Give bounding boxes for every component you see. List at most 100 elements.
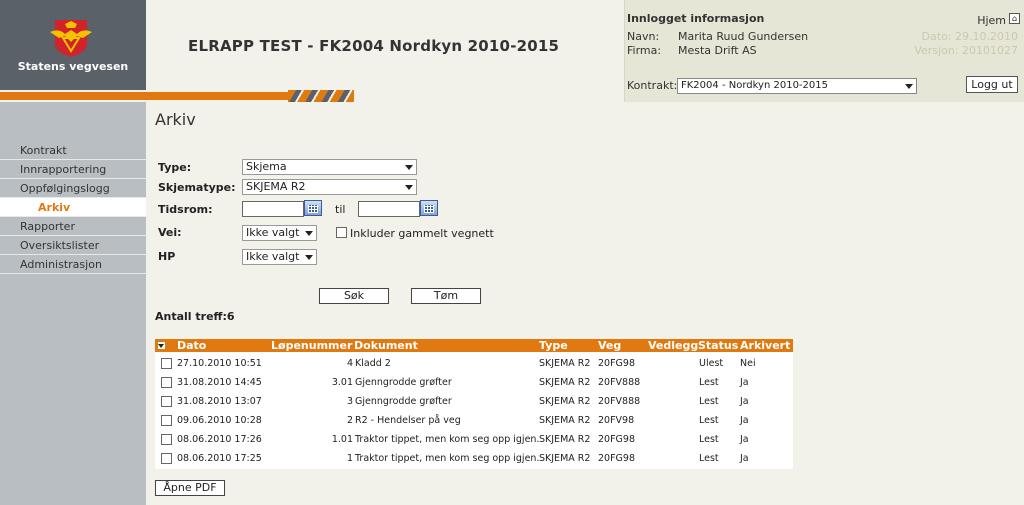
hatched-stripe (288, 90, 354, 102)
sidebar-item-administrasjon[interactable]: Administrasjon (0, 255, 146, 274)
cell-dato: 27.10.2010 10:51 (177, 358, 262, 369)
cell-dato: 09.06.2010 10:28 (177, 415, 262, 426)
sidebar-item-oversiktslister[interactable]: Oversiktslister (0, 236, 146, 255)
cell-type: SKJEMA R2 (539, 396, 591, 407)
cell-dato: 08.06.2010 17:26 (177, 434, 262, 445)
include-old-checkbox[interactable] (336, 227, 347, 238)
cell-arkivert: Nei (740, 358, 756, 369)
include-old-label: Inkluder gammelt vegnett (350, 227, 494, 240)
cell-lopenummer: 2 (346, 415, 353, 426)
clear-button[interactable]: Tøm (411, 288, 481, 304)
cell-dokument[interactable]: R2 - Hendelser på veg (355, 415, 461, 426)
skjematype-select[interactable]: SKJEMA R2 (242, 179, 417, 195)
header-stripe (0, 90, 624, 102)
date-to-input[interactable] (358, 201, 420, 217)
col-vedlegg[interactable]: Vedlegg (648, 339, 698, 352)
calendar-icon[interactable] (304, 200, 322, 216)
col-dato[interactable]: Dato (177, 339, 206, 352)
hp-select-value: Ikke valgt (246, 250, 300, 263)
vei-label: Vei: (158, 226, 182, 239)
row-checkbox[interactable] (161, 434, 172, 445)
sidebar-item-rapporter[interactable]: Rapporter (0, 217, 146, 236)
chevron-down-icon (405, 185, 413, 190)
versjon-text: Versjon: 20101027 (914, 44, 1018, 57)
cell-veg: 20FG98 (598, 358, 636, 369)
vei-select[interactable]: Ikke valgt (242, 225, 317, 241)
cell-arkivert: Ja (740, 453, 749, 464)
cell-type: SKJEMA R2 (539, 453, 591, 464)
firma-value: Mesta Drift AS (678, 44, 757, 57)
cell-lopenummer: 4 (346, 358, 353, 369)
row-checkbox[interactable] (161, 377, 172, 388)
skjematype-select-value: SKJEMA R2 (246, 180, 306, 193)
brand-name: Statens vegvesen (17, 60, 129, 73)
col-dokument[interactable]: Dokument (354, 339, 418, 352)
table-row[interactable]: 08.06.2010 17:26 1.01 Traktor tippet, me… (155, 430, 793, 449)
result-count: Antall treff:6 (155, 310, 235, 323)
table-row[interactable]: 31.08.2010 14:45 3.01 Gjenngrodde grøfte… (155, 373, 793, 392)
main-content: Arkiv Type: Skjema Skjematype: SKJEMA R2… (146, 102, 1024, 505)
cell-status: Lest (699, 396, 719, 407)
kontrakt-label: Kontrakt: (627, 79, 678, 92)
hp-select[interactable]: Ikke valgt (242, 249, 317, 265)
row-checkbox[interactable] (161, 358, 172, 369)
cell-veg: 20FG98 (598, 453, 636, 464)
cell-status: Ulest (699, 358, 724, 369)
open-pdf-button[interactable]: Åpne PDF (155, 480, 225, 496)
cell-dokument[interactable]: Gjenngrodde grøfter (355, 396, 452, 407)
row-checkbox[interactable] (161, 396, 172, 407)
table-row[interactable]: 08.06.2010 17:25 1 Traktor tippet, men k… (155, 449, 793, 468)
sort-icon[interactable] (158, 342, 165, 349)
app-title: ELRAPP TEST - FK2004 Nordkyn 2010-2015 (188, 37, 560, 55)
table-row[interactable]: 09.06.2010 10:28 2 R2 - Hendelser på veg… (155, 411, 793, 430)
cell-dokument[interactable]: Traktor tippet, men kom seg opp igjen. (355, 453, 539, 464)
calendar-icon[interactable] (420, 200, 438, 216)
sidebar: Kontrakt Innrapportering Oppfølgingslogg… (0, 102, 146, 505)
cell-lopenummer: 1 (346, 453, 353, 464)
home-icon[interactable]: ⌂ (1009, 13, 1020, 24)
sidebar-item-oppfolgingslogg[interactable]: Oppfølgingslogg (0, 179, 146, 198)
cell-arkivert: Ja (740, 434, 749, 445)
cell-type: SKJEMA R2 (539, 415, 591, 426)
logout-button[interactable]: Logg ut (966, 76, 1018, 93)
table-row[interactable]: 27.10.2010 10:51 4 Kladd 2 SKJEMA R2 20F… (155, 354, 793, 373)
col-status[interactable]: Status (698, 339, 738, 352)
sidebar-item-innrapportering[interactable]: Innrapportering (0, 160, 146, 179)
col-veg[interactable]: Veg (598, 339, 621, 352)
login-info-panel: Innlogget informasjon Hjem ⌂ Navn: Marit… (624, 0, 1024, 102)
cell-status: Lest (699, 415, 719, 426)
row-checkbox[interactable] (161, 415, 172, 426)
statens-vegvesen-logo (50, 20, 92, 57)
cell-veg: 20FV888 (598, 396, 641, 407)
sidebar-item-arkiv[interactable]: Arkiv (0, 198, 146, 217)
cell-veg: 20FV888 (598, 377, 641, 388)
type-select[interactable]: Skjema (242, 159, 417, 175)
cell-dokument[interactable]: Traktor tippet, men kom seg opp igjen. (355, 434, 539, 445)
home-link[interactable]: Hjem (977, 14, 1006, 27)
col-type[interactable]: Type (539, 339, 568, 352)
chevron-down-icon (405, 165, 413, 170)
col-arkivert[interactable]: Arkivert (740, 339, 790, 352)
cell-lopenummer: 1.01 (331, 434, 353, 445)
results-table: Dato Løpenummer Dokument Type Veg Vedleg… (155, 339, 793, 469)
kontrakt-select[interactable]: FK2004 - Nordkyn 2010-2015 (677, 78, 917, 94)
cell-dokument[interactable]: Kladd 2 (355, 358, 391, 369)
orange-stripe (0, 92, 288, 100)
vei-select-value: Ikke valgt (246, 226, 300, 239)
chevron-down-icon (905, 84, 913, 89)
cell-veg: 20FG98 (598, 434, 636, 445)
row-checkbox[interactable] (161, 453, 172, 464)
type-label: Type: (158, 161, 192, 174)
table-row[interactable]: 31.08.2010 13:07 3 Gjenngrodde grøfter S… (155, 392, 793, 411)
sidebar-item-kontrakt[interactable]: Kontrakt (0, 141, 146, 160)
col-lopenummer[interactable]: Løpenummer (271, 339, 352, 352)
cell-dokument[interactable]: Gjenngrodde grøfter (355, 377, 452, 388)
cell-type: SKJEMA R2 (539, 434, 591, 445)
hp-label: HP (158, 250, 176, 263)
firma-label: Firma: (627, 44, 662, 57)
date-from-input[interactable] (242, 201, 304, 217)
cell-dato: 31.08.2010 14:45 (177, 377, 262, 388)
kontrakt-select-value: FK2004 - Nordkyn 2010-2015 (681, 80, 828, 91)
tidsrom-label: Tidsrom: (158, 203, 213, 216)
search-button[interactable]: Søk (319, 288, 389, 304)
